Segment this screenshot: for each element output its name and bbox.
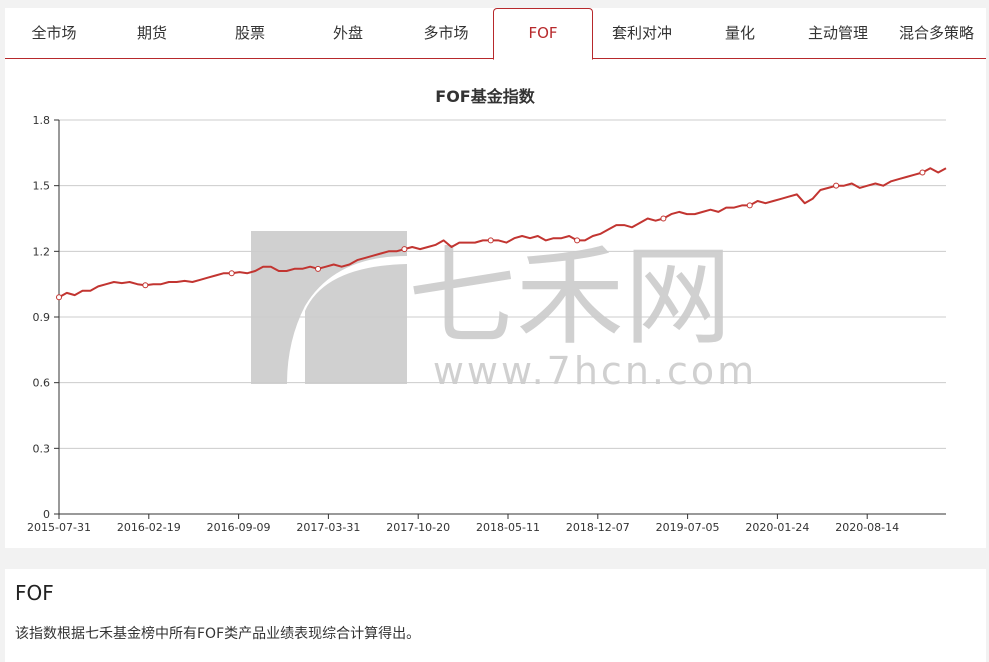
y-tick-label: 1.2: [33, 245, 51, 258]
tab-fof[interactable]: FOF: [493, 8, 593, 60]
x-tick-label: 2019-07-05: [656, 521, 720, 534]
x-tick-label: 2018-12-07: [566, 521, 630, 534]
tab-all-market[interactable]: 全市场: [5, 8, 103, 59]
data-point: [833, 182, 840, 189]
description-title: FOF: [15, 581, 54, 605]
data-point: [919, 169, 926, 176]
x-tick-label: 2020-01-24: [745, 521, 809, 534]
market-tabs: 全市场 期货 股票 外盘 多市场 FOF 套利对冲 量化 主动管理 混合多策略: [5, 8, 986, 60]
y-tick-label: 0: [43, 508, 50, 521]
y-tick-label: 0.6: [33, 377, 51, 390]
description-panel: FOF 该指数根据七禾基金榜中所有FOF类产品业绩表现综合计算得出。: [5, 569, 986, 662]
data-point: [56, 294, 62, 301]
x-axis: 2015-07-31 2016-02-19 2016-09-09 2017-03-31…: [27, 513, 946, 534]
x-tick-label: 2017-03-31: [296, 521, 360, 534]
x-tick-label: 2017-10-20: [386, 521, 450, 534]
data-point: [228, 270, 235, 277]
fof-index-chart: 七禾网 www.7hcn.com FOF基金指数 0 0.3 0.6 0.9 1.2 1.…: [5, 66, 986, 548]
x-tick-label: 2018-05-11: [476, 521, 540, 534]
chart-title: FOF基金指数: [435, 87, 535, 106]
tab-arbitrage-hedge[interactable]: 套利对冲: [593, 8, 691, 59]
y-axis: 0 0.3 0.6 0.9 1.2 1.5 1.8: [33, 114, 60, 521]
tab-overseas[interactable]: 外盘: [299, 8, 397, 59]
watermark-logo-icon: [251, 231, 407, 384]
y-tick-label: 0.9: [33, 311, 51, 324]
data-point: [142, 282, 149, 289]
description-text: 该指数根据七禾基金榜中所有FOF类产品业绩表现综合计算得出。: [15, 626, 421, 642]
data-point: [660, 215, 667, 222]
x-tick-label: 2016-09-09: [207, 521, 271, 534]
x-tick-label: 2020-08-14: [835, 521, 899, 534]
watermark-url: www.7hcn.com: [433, 349, 757, 393]
tab-hybrid-strategy[interactable]: 混合多策略: [887, 8, 986, 59]
data-point: [315, 265, 322, 272]
tab-quant[interactable]: 量化: [691, 8, 789, 59]
data-point: [401, 246, 408, 253]
y-tick-label: 1.5: [33, 180, 51, 193]
watermark: 七禾网 www.7hcn.com: [251, 231, 757, 393]
y-tick-label: 1.8: [33, 114, 51, 127]
y-tick-label: 0.3: [33, 442, 51, 455]
tab-futures[interactable]: 期货: [103, 8, 201, 59]
tab-stocks[interactable]: 股票: [201, 8, 299, 59]
data-point: [574, 237, 581, 244]
index-panel: 全市场 期货 股票 外盘 多市场 FOF 套利对冲 量化 主动管理 混合多策略 …: [5, 8, 986, 548]
x-tick-label: 2016-02-19: [117, 521, 181, 534]
watermark-logo-text: 七禾网: [408, 235, 732, 360]
tab-active-management[interactable]: 主动管理: [789, 8, 887, 59]
x-tick-label: 2015-07-31: [27, 521, 91, 534]
data-point: [487, 237, 494, 244]
chart-svg: 七禾网 www.7hcn.com FOF基金指数 0 0.3 0.6 0.9 1.2 1.…: [27, 87, 947, 534]
tab-multi-market[interactable]: 多市场: [397, 8, 495, 59]
data-point: [746, 202, 753, 209]
